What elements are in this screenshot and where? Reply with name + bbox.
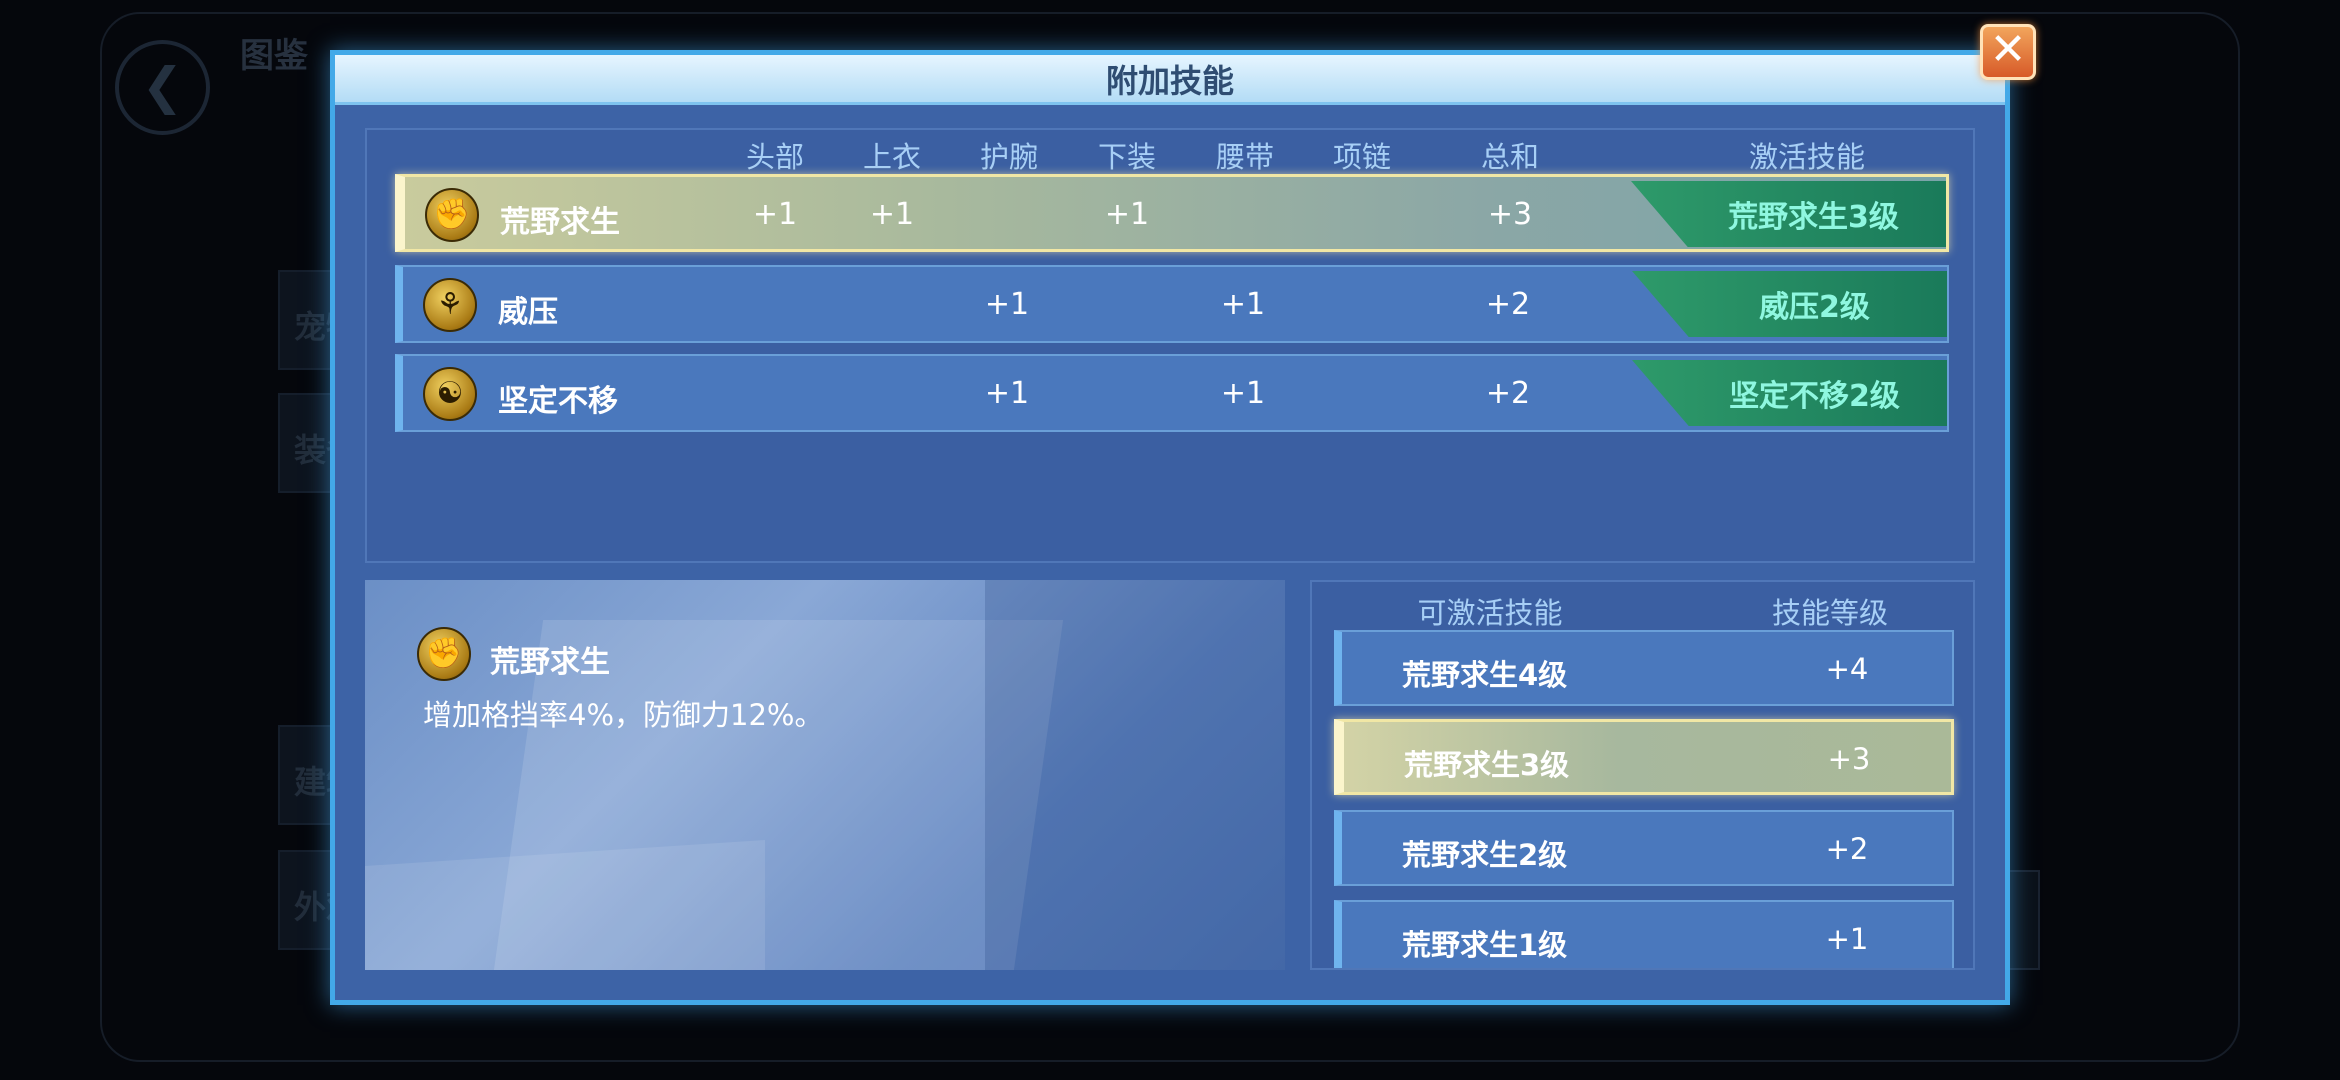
meditation-skill-icon: ☯	[423, 367, 477, 421]
value-total: +2	[1485, 287, 1531, 322]
skill-name: 荒野求生	[500, 205, 620, 240]
header-belt: 腰带	[1215, 140, 1275, 174]
skill-name: 威压	[498, 295, 558, 330]
close-icon: ✕	[1989, 24, 2027, 75]
active-skill-label: 荒野求生3级	[1728, 200, 1899, 235]
skill-level-name: 荒野求生4级	[1402, 658, 1568, 692]
active-skill-badge: 坚定不移2级	[1632, 360, 1947, 426]
back-button[interactable]: ❮	[115, 40, 210, 135]
skill-level-item-selected[interactable]: 荒野求生3级 +3	[1334, 719, 1954, 795]
skill-row-steadfast[interactable]: ☯ 坚定不移 +1 +1 +2 坚定不移2级	[395, 354, 1949, 432]
skill-name: 坚定不移	[498, 384, 618, 419]
value-wrist: +1	[984, 376, 1030, 411]
skill-level-value: +4	[1825, 652, 1869, 686]
skill-level-item[interactable]: 荒野求生4级 +4	[1334, 630, 1954, 706]
game-screen: ❮ 图鉴 宠物 装备 建筑 外观 附加技能 ✕ 头部 上衣 护腕 下装 腰带 项…	[0, 0, 2340, 1080]
skill-level-item[interactable]: 荒野求生2级 +2	[1334, 810, 1954, 886]
value-total: +2	[1485, 376, 1531, 411]
active-skill-label: 坚定不移2级	[1729, 379, 1900, 414]
panel-decoration	[985, 580, 1285, 970]
skill-level-name: 荒野求生1级	[1402, 928, 1568, 962]
close-button[interactable]: ✕	[1980, 24, 2036, 80]
active-skill-badge: 威压2级	[1632, 271, 1947, 337]
fist-skill-icon: ✊	[425, 188, 479, 242]
description-text: 增加格挡率4%，防御力12%。	[423, 698, 824, 732]
header-total: 总和	[1480, 140, 1540, 174]
panel-decoration	[365, 840, 765, 970]
header-activatable-skill: 可激活技能	[1417, 596, 1563, 630]
skill-row-wilderness[interactable]: ✊ 荒野求生 +1 +1 +1 +3 荒野求生3级	[395, 174, 1949, 252]
header-top: 上衣	[862, 140, 922, 174]
value-belt: +1	[1220, 287, 1266, 322]
header-active-skill: 激活技能	[1748, 140, 1866, 174]
back-arrow-icon: ❮	[141, 57, 184, 115]
value-wrist: +1	[984, 287, 1030, 322]
dragon-skill-icon: ⚘	[423, 278, 477, 332]
dialog-title-bar: 附加技能	[335, 55, 2005, 105]
activatable-skills-panel: 可激活技能 技能等级 荒野求生4级 +4 荒野求生3级 +3 荒野求生2级 +2…	[1310, 580, 1975, 970]
skill-level-item[interactable]: 荒野求生1级 +1	[1334, 900, 1954, 968]
skill-row-intimidate[interactable]: ⚘ 威压 +1 +1 +2 威压2级	[395, 265, 1949, 343]
header-head: 头部	[745, 140, 805, 174]
skill-level-name: 荒野求生3级	[1404, 748, 1570, 782]
skill-level-name: 荒野求生2级	[1402, 838, 1568, 872]
skill-level-value: +1	[1825, 922, 1869, 956]
skill-table: 头部 上衣 护腕 下装 腰带 项链 总和 激活技能 ✊ 荒野求生 +1 +1 +…	[365, 128, 1975, 563]
value-bottom: +1	[1104, 197, 1150, 232]
skill-description-panel: ✊ 荒野求生 增加格挡率4%，防御力12%。	[365, 580, 1285, 970]
value-total: +3	[1487, 197, 1533, 232]
table-header: 头部 上衣 护腕 下装 腰带 项链 总和 激活技能	[367, 130, 1973, 174]
active-skill-label: 威压2级	[1759, 290, 1870, 325]
header-skill-level: 技能等级	[1771, 596, 1889, 630]
header-wrist: 护腕	[979, 140, 1039, 174]
dialog-title: 附加技能	[1105, 61, 1234, 100]
skill-level-value: +3	[1827, 742, 1871, 776]
description-skill-name: 荒野求生	[490, 645, 610, 680]
value-belt: +1	[1220, 376, 1266, 411]
value-top: +1	[869, 197, 915, 232]
value-head: +1	[752, 197, 798, 232]
skill-level-value: +2	[1825, 832, 1869, 866]
background-title: 图鉴	[240, 36, 308, 76]
fist-skill-icon: ✊	[417, 627, 471, 681]
header-bottom: 下装	[1097, 140, 1157, 174]
header-necklace: 项链	[1332, 140, 1392, 174]
active-skill-badge: 荒野求生3级	[1631, 181, 1946, 247]
